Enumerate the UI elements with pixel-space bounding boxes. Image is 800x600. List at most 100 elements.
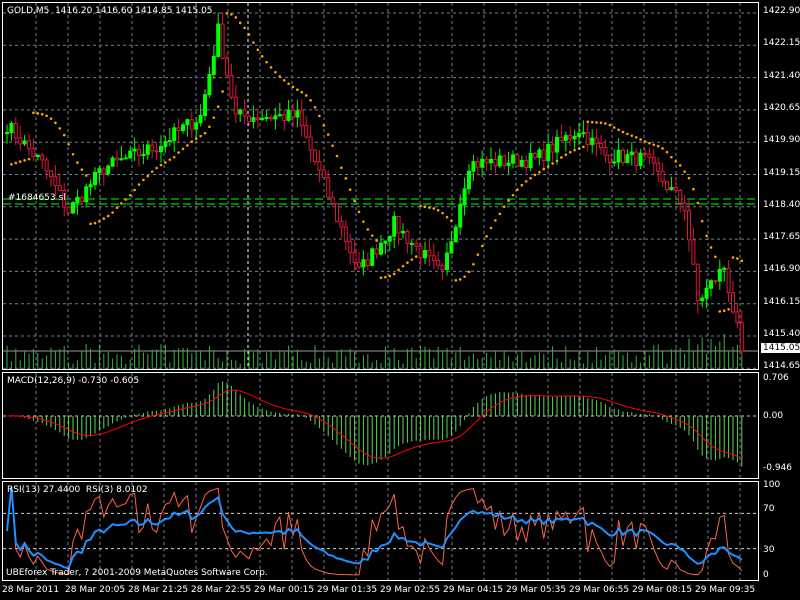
sar-dot bbox=[318, 114, 321, 118]
sar-dot bbox=[128, 193, 132, 197]
price-tick: 1419.15 bbox=[763, 167, 800, 178]
sar-dot bbox=[740, 259, 744, 263]
sar-dot bbox=[71, 152, 75, 156]
macd-pane[interactable]: MACD(12,26,9) -0.730 -0.605 bbox=[2, 372, 759, 479]
price-chart-pane[interactable]: GOLD,M5 1416.20 1416.60 1414.85 1415.05 … bbox=[2, 2, 759, 370]
candle-body bbox=[299, 110, 304, 127]
sar-dot bbox=[243, 26, 246, 30]
candle-body bbox=[511, 154, 515, 164]
sar-dot bbox=[674, 159, 678, 163]
candle-body bbox=[559, 136, 564, 141]
sar-dot bbox=[463, 275, 466, 278]
sar-dot bbox=[260, 54, 264, 58]
time-label: 28 Mar 22:55 bbox=[191, 585, 252, 595]
sar-dot bbox=[551, 162, 554, 165]
sar-dot bbox=[428, 206, 431, 209]
candle-body bbox=[339, 220, 344, 228]
candle-body bbox=[308, 136, 313, 151]
price-tick: 1419.90 bbox=[763, 135, 800, 146]
candle-body bbox=[31, 148, 36, 158]
rsi-pane[interactable]: RSI(13) 27.4400 RSI(3) 8.0102 UBEforex T… bbox=[2, 481, 759, 581]
sar-dot bbox=[353, 199, 356, 203]
sar-dot bbox=[626, 132, 629, 136]
candle-body bbox=[621, 149, 625, 164]
candle-body bbox=[572, 135, 577, 140]
candle-body bbox=[431, 255, 436, 261]
candle-body bbox=[682, 202, 687, 212]
sar-dot bbox=[454, 279, 458, 282]
candle-body bbox=[370, 248, 375, 266]
order-label: #1684653 sl bbox=[8, 193, 66, 203]
candle-body bbox=[528, 152, 533, 168]
sar-dot bbox=[142, 178, 145, 182]
time-label: 28 Mar 20:05 bbox=[65, 585, 126, 595]
candle-body bbox=[181, 124, 185, 132]
sar-dot bbox=[340, 166, 343, 170]
sar-dot bbox=[45, 114, 48, 118]
macd-tick-zero: 0.00 bbox=[763, 411, 784, 421]
sar-dot bbox=[384, 275, 387, 279]
sar-dot bbox=[282, 79, 286, 82]
candle-body bbox=[695, 263, 700, 302]
sar-dot bbox=[511, 193, 515, 197]
candle-body bbox=[79, 196, 84, 203]
candle-body bbox=[568, 135, 573, 140]
candle-body bbox=[458, 204, 463, 228]
sar-dot bbox=[172, 155, 176, 159]
candle-body bbox=[159, 146, 163, 153]
rsi-chart bbox=[3, 482, 758, 580]
sar-dot bbox=[419, 204, 422, 208]
sar-dot bbox=[186, 144, 189, 147]
candle-body bbox=[563, 135, 568, 141]
sar-dot bbox=[36, 112, 40, 115]
candle-body bbox=[35, 154, 40, 158]
sar-dot bbox=[546, 165, 550, 168]
candle-body bbox=[717, 268, 722, 282]
candle-body bbox=[115, 157, 119, 161]
sar-dot bbox=[656, 144, 660, 148]
sar-dot bbox=[476, 253, 480, 256]
candle-body bbox=[198, 114, 203, 124]
candle-body bbox=[735, 311, 740, 324]
sar-dot bbox=[216, 105, 220, 108]
sar-dot bbox=[304, 94, 308, 97]
sar-dot bbox=[208, 125, 211, 129]
sar-dot bbox=[392, 272, 396, 276]
candle-body bbox=[427, 250, 432, 257]
sar-dot bbox=[445, 215, 449, 219]
sar-dot bbox=[98, 220, 101, 223]
copyright-text: UBEforex Trader, ? 2001-2009 MetaQuotes … bbox=[6, 568, 268, 578]
sar-dot bbox=[608, 123, 612, 127]
macd-signal-line bbox=[6, 389, 743, 459]
candle-body bbox=[128, 150, 133, 159]
sar-dot bbox=[612, 126, 616, 129]
sar-dot bbox=[731, 256, 735, 259]
candle-body bbox=[475, 161, 480, 168]
sar-dot bbox=[648, 141, 651, 145]
rsi-tick-70: 70 bbox=[763, 504, 775, 514]
candle-body bbox=[405, 230, 410, 244]
candle-body bbox=[502, 155, 507, 166]
sar-dot bbox=[722, 309, 726, 313]
candle-body bbox=[418, 245, 423, 259]
candle-body bbox=[726, 267, 731, 294]
sar-dot bbox=[291, 85, 295, 89]
sar-dot bbox=[529, 176, 532, 180]
candle-body bbox=[194, 122, 199, 130]
candle-body bbox=[524, 159, 529, 168]
candle-body bbox=[599, 142, 603, 149]
candle-body bbox=[44, 159, 49, 172]
candle-body bbox=[519, 159, 524, 167]
sar-dot bbox=[133, 188, 136, 192]
candle-body bbox=[585, 132, 590, 146]
candle-body bbox=[260, 117, 265, 121]
sar-dot bbox=[450, 219, 453, 223]
candle-body bbox=[225, 57, 229, 76]
sar-dot bbox=[67, 142, 70, 146]
sar-dot bbox=[736, 257, 739, 260]
candle-body bbox=[335, 203, 339, 222]
sar-dot bbox=[604, 122, 607, 125]
candle-body bbox=[5, 132, 9, 135]
candle-body bbox=[106, 165, 111, 175]
sar-dot bbox=[322, 124, 326, 127]
